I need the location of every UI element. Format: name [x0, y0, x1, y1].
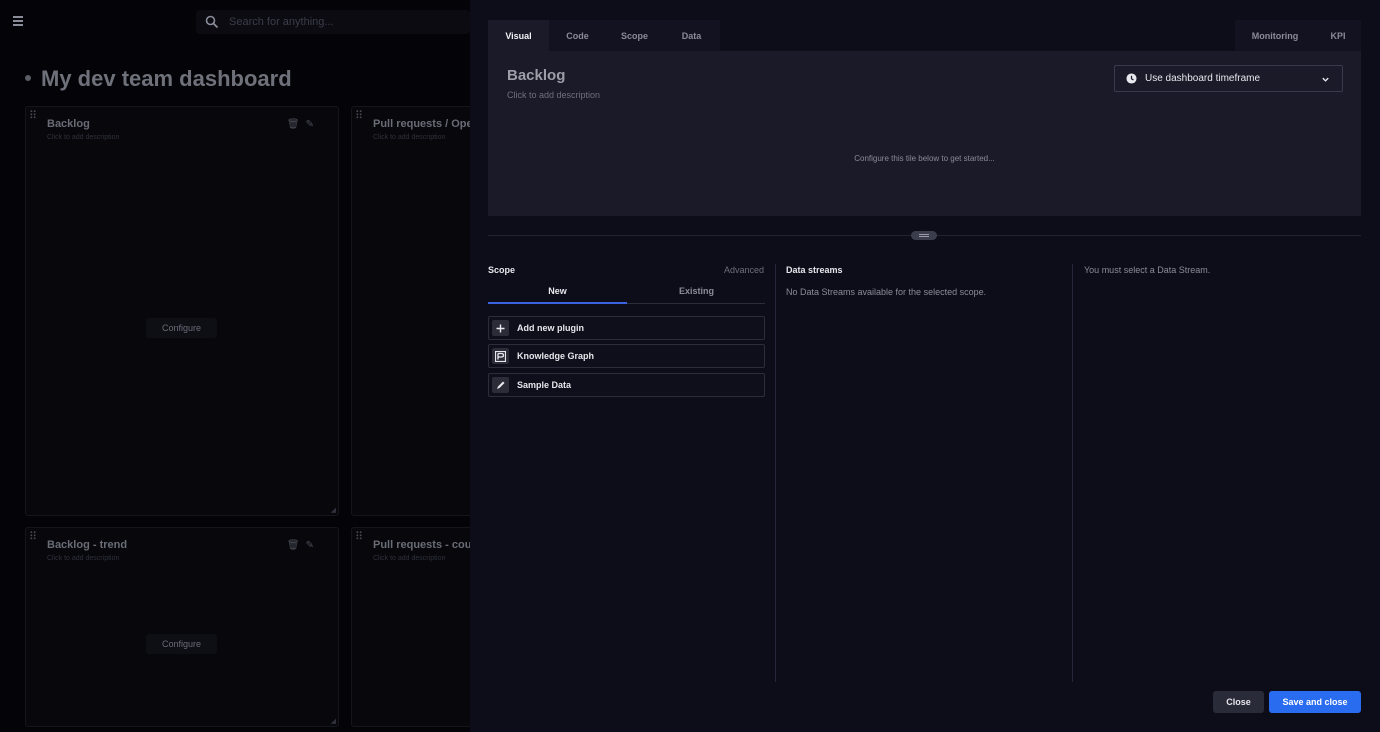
preview-title[interactable]: Backlog [507, 67, 565, 84]
column-divider [1072, 264, 1073, 682]
clock-icon [1126, 73, 1137, 84]
tile-title: Backlog - trend [47, 539, 128, 551]
add-new-plugin-button[interactable]: Add new plugin [488, 316, 765, 340]
trash-icon[interactable]: 🗑 [287, 119, 300, 130]
tile-editor-panel: Visual Code Scope Data Monitoring KPI Ba… [470, 0, 1380, 732]
drag-handle-icon[interactable]: ⠿ [29, 530, 37, 543]
drag-handle-icon[interactable] [911, 231, 937, 240]
plugin-label: Sample Data [517, 380, 572, 390]
configure-button[interactable]: Configure [146, 634, 217, 654]
timeframe-select[interactable]: Use dashboard timeframe [1114, 65, 1343, 92]
resize-handle-icon[interactable]: ◢ [331, 717, 336, 725]
drag-handle-icon[interactable]: ⠿ [355, 109, 363, 122]
tile-description[interactable]: Click to add description [373, 555, 445, 562]
column-divider [775, 264, 776, 682]
sample-data-option[interactable]: Sample Data [488, 373, 765, 397]
scope-subtabs: New Existing [488, 284, 765, 304]
tab-code[interactable]: Code [549, 20, 606, 51]
timeframe-label: Use dashboard timeframe [1145, 73, 1261, 84]
dashboard-tile[interactable]: ⠿ Pull requests / Ope Click to add descr… [351, 106, 481, 516]
select-data-stream-message: You must select a Data Stream. [1084, 265, 1211, 275]
subtab-existing[interactable]: Existing [627, 284, 766, 304]
editor-tabs: Visual Code Scope Data [488, 20, 720, 51]
plus-icon [492, 320, 509, 336]
drag-handle-icon[interactable]: ⠿ [355, 530, 363, 543]
preview-description[interactable]: Click to add description [507, 90, 600, 100]
dashboard-bullet [25, 75, 31, 81]
tile-preview: Backlog Click to add description Configu… [488, 51, 1361, 216]
close-button[interactable]: Close [1213, 691, 1264, 713]
dashboard-title: My dev team dashboard [41, 66, 292, 91]
trash-icon[interactable]: 🗑 [287, 540, 300, 551]
menu-icon[interactable] [13, 16, 23, 26]
save-and-close-button[interactable]: Save and close [1269, 691, 1361, 713]
editor-right-tabs: Monitoring KPI [1235, 20, 1361, 51]
tile-description[interactable]: Click to add description [47, 555, 119, 562]
scope-title: Scope [488, 265, 516, 275]
tab-scope[interactable]: Scope [606, 20, 663, 51]
tab-kpi[interactable]: KPI [1315, 20, 1361, 51]
subtab-new[interactable]: New [488, 284, 627, 304]
pencil-icon [492, 377, 509, 393]
data-streams-empty-message: No Data Streams available for the select… [786, 287, 987, 297]
global-search[interactable]: Search for anything... [196, 10, 470, 34]
advanced-link[interactable]: Advanced [724, 265, 764, 275]
resize-handle-icon[interactable]: ◢ [331, 506, 336, 514]
configure-button[interactable]: Configure [146, 318, 217, 338]
knowledge-graph-icon [492, 348, 509, 364]
tab-data[interactable]: Data [663, 20, 720, 51]
data-streams-title: Data streams [786, 265, 843, 275]
dashboard-tile[interactable]: ⠿ Backlog Click to add description 🗑 ✎ Co… [25, 106, 339, 516]
chevron-down-icon [1322, 77, 1329, 82]
dashboard-background: Search for anything... My dev team dashb… [0, 0, 481, 732]
plugin-label: Knowledge Graph [517, 351, 595, 361]
dashboard-tile[interactable]: ⠿ Backlog - trend Click to add descripti… [25, 527, 339, 727]
tile-title: Pull requests / Ope [373, 118, 473, 130]
drag-handle-icon[interactable]: ⠿ [29, 109, 37, 122]
preview-message: Configure this tile below to get started… [854, 154, 995, 163]
dashboard-tile[interactable]: ⠿ Pull requests - cour Click to add desc… [351, 527, 481, 727]
tile-title: Backlog [47, 118, 90, 130]
plugin-label: Add new plugin [517, 323, 584, 333]
tile-description[interactable]: Click to add description [47, 134, 119, 141]
tile-description[interactable]: Click to add description [373, 134, 445, 141]
tab-monitoring[interactable]: Monitoring [1235, 20, 1315, 51]
search-icon [205, 15, 219, 29]
tile-title: Pull requests - cour [373, 539, 476, 551]
pencil-icon[interactable]: ✎ [306, 119, 314, 130]
search-placeholder: Search for anything... [229, 16, 334, 28]
knowledge-graph-option[interactable]: Knowledge Graph [488, 344, 765, 368]
tab-visual[interactable]: Visual [488, 20, 549, 51]
pencil-icon[interactable]: ✎ [306, 540, 314, 551]
